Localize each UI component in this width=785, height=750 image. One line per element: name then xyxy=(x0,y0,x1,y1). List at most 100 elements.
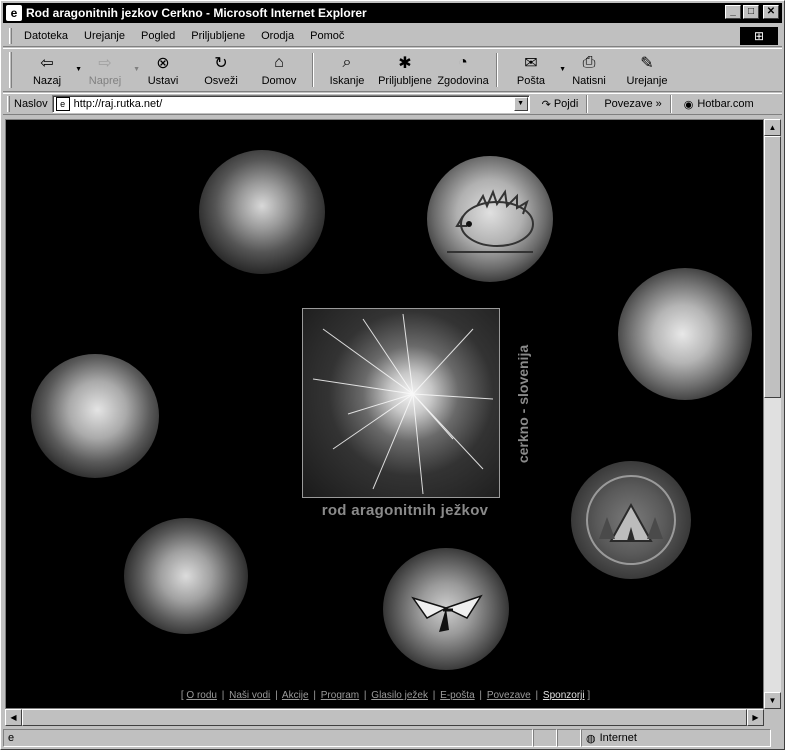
nav-link-eposta[interactable]: E-pošta xyxy=(440,690,474,701)
title-bar: e Rod aragonitnih jezkov Cerkno - Micros… xyxy=(3,3,782,23)
butterfly-icon xyxy=(411,594,483,632)
aragonite-crystal-photo xyxy=(302,308,500,498)
vertical-scroll-thumb[interactable] xyxy=(764,136,781,398)
menu-grip[interactable] xyxy=(9,27,12,44)
forward-button[interactable]: ⇨ Naprej ▼ xyxy=(76,50,140,90)
scroll-right-button[interactable]: ▶ xyxy=(747,709,764,726)
history-button[interactable]: ◔ Zgodovina xyxy=(434,50,492,90)
menu-pomoc[interactable]: Pomoč xyxy=(302,30,352,42)
site-title: rod aragonitnih ježkov xyxy=(321,502,489,519)
toolbar-separator xyxy=(312,53,314,87)
address-dropdown-icon[interactable]: ▼ xyxy=(513,97,528,111)
hotbar-link[interactable]: ◉ Hotbar.com xyxy=(684,98,754,111)
refresh-icon: ↻ xyxy=(214,55,228,72)
links-separator xyxy=(586,95,589,113)
stop-button[interactable]: ⊗ Ustavi xyxy=(134,50,192,90)
links-separator xyxy=(669,95,672,113)
nav-bracket-open: [ xyxy=(180,690,184,701)
hotbar-eye-icon: ◉ xyxy=(683,98,694,111)
hedgehog-icon xyxy=(447,189,534,253)
menu-datoteka[interactable]: Datoteka xyxy=(16,30,76,42)
back-arrow-icon: ⇦ xyxy=(40,55,54,72)
nav-link-sponzorji[interactable]: Sponzorji xyxy=(543,690,585,701)
photo-butterfly xyxy=(383,548,509,670)
menu-pogled[interactable]: Pogled xyxy=(133,30,183,42)
scout-tent-emblem-icon xyxy=(586,475,676,565)
go-arrow-icon: ↷ xyxy=(541,98,551,111)
nav-separator: | xyxy=(313,690,316,701)
photo-hedgehog-logo xyxy=(427,156,553,282)
nav-separator: | xyxy=(363,690,367,701)
edit-button[interactable]: ✎ Urejanje xyxy=(618,50,676,90)
nav-link-glasilo[interactable]: Glasilo ježek xyxy=(371,690,428,701)
back-button[interactable]: ⇦ Nazaj ▼ xyxy=(18,50,82,90)
toolbar-grip[interactable] xyxy=(9,52,12,88)
crystal-burst-graphic xyxy=(312,313,494,495)
nav-bracket-close: ] xyxy=(587,690,591,701)
site-subtitle: cerkno - slovenija xyxy=(515,344,531,464)
edit-icon: ✎ xyxy=(640,55,654,72)
toolbar-separator xyxy=(496,53,498,87)
refresh-button[interactable]: ↻ Osveži xyxy=(192,50,250,90)
menu-bar: Datoteka Urejanje Pogled Priljubljene Or… xyxy=(3,25,782,47)
nav-separator: | xyxy=(275,690,278,701)
scroll-down-button[interactable]: ▼ xyxy=(764,692,781,709)
photo-boy-face xyxy=(618,268,752,400)
links-button[interactable]: Povezave » xyxy=(600,98,665,110)
photo-group xyxy=(124,518,248,634)
address-bar: Naslov e ▼ ↷ Pojdi Povezave » ◉ Hotbar.c… xyxy=(3,93,782,115)
nav-link-program[interactable]: Program xyxy=(321,690,359,701)
home-icon: ⌂ xyxy=(274,54,284,71)
mail-button[interactable]: ✉ Pošta ▼ xyxy=(502,50,566,90)
page-content: cerkno - slovenija rod aragonitnih ježko… xyxy=(5,119,764,709)
home-button[interactable]: ⌂ Domov xyxy=(250,50,308,90)
search-button[interactable]: ⌕ Iskanje xyxy=(318,50,376,90)
chevron-right-icon: » xyxy=(655,98,662,110)
favorites-icon: ✱ xyxy=(398,55,412,72)
status-zone: ◍ Internet xyxy=(581,729,771,747)
history-icon: ◔ xyxy=(458,54,468,71)
standard-toolbar: ⇦ Nazaj ▼ ⇨ Naprej ▼ ⊗ Ustavi ↻ Osveži ⌂… xyxy=(3,48,782,92)
minimize-button[interactable]: _ xyxy=(725,5,741,19)
nav-link-o-rodu[interactable]: O rodu xyxy=(186,690,217,701)
close-button[interactable]: ✕ xyxy=(763,5,779,19)
status-cell xyxy=(533,729,557,747)
nav-separator: | xyxy=(535,690,539,701)
forward-arrow-icon: ⇨ xyxy=(98,55,112,72)
print-button[interactable]: ⎙ Natisni xyxy=(560,50,618,90)
menu-priljubljene[interactable]: Priljubljene xyxy=(183,30,253,42)
address-grip[interactable] xyxy=(7,96,10,112)
scrollbar-corner xyxy=(764,709,781,726)
maximize-button[interactable]: □ xyxy=(743,5,759,19)
scroll-up-button[interactable]: ▲ xyxy=(764,119,781,136)
footer-nav: [ O rodu | Naši vodi | Akcije | Program … xyxy=(6,690,763,701)
address-field[interactable]: e ▼ xyxy=(51,95,530,113)
status-message: e xyxy=(3,729,533,747)
stop-icon: ⊗ xyxy=(156,55,170,72)
vertical-scrollbar[interactable]: ▲ ▼ xyxy=(764,119,781,709)
print-icon: ⎙ xyxy=(582,54,596,71)
search-icon: ⌕ xyxy=(342,54,352,71)
status-bar: e ◍ Internet xyxy=(3,728,782,748)
mail-icon: ✉ xyxy=(524,55,538,72)
horizontal-scroll-thumb[interactable] xyxy=(22,709,747,726)
go-button[interactable]: ↷ Pojdi xyxy=(538,98,583,111)
url-input[interactable] xyxy=(73,98,504,110)
photo-smiling-man xyxy=(31,354,159,478)
browser-window: e Rod aragonitnih jezkov Cerkno - Micros… xyxy=(0,0,785,750)
globe-icon: ◍ xyxy=(586,732,596,745)
favorites-button[interactable]: ✱ Priljubljene xyxy=(376,50,434,90)
nav-link-povezave[interactable]: Povezave xyxy=(487,690,531,701)
nav-separator: | xyxy=(221,690,225,701)
page-status-icon: e xyxy=(8,732,15,744)
scroll-left-button[interactable]: ◀ xyxy=(5,709,22,726)
page-icon: e xyxy=(55,97,70,111)
windows-logo-icon: ⊞ xyxy=(740,27,778,45)
menu-orodja[interactable]: Orodja xyxy=(253,30,302,42)
menu-urejanje[interactable]: Urejanje xyxy=(76,30,133,42)
nav-link-akcije[interactable]: Akcije xyxy=(282,690,309,701)
horizontal-scrollbar[interactable]: ◀ ▶ xyxy=(5,709,764,726)
status-cell xyxy=(557,729,581,747)
address-label: Naslov xyxy=(14,98,48,110)
nav-link-nasi-vodi[interactable]: Naši vodi xyxy=(229,690,270,701)
